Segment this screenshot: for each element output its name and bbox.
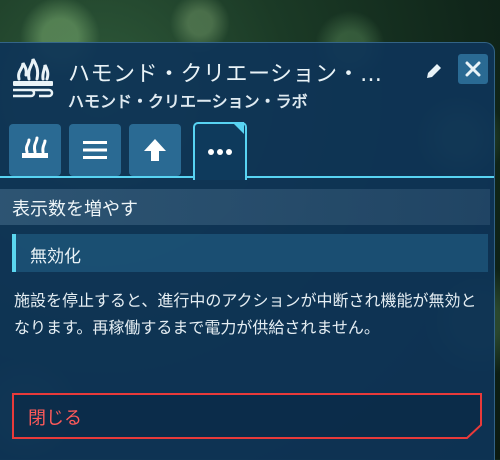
panel-subtitle: ハモンド・クリエーション・ラボ bbox=[68, 92, 308, 111]
tab-list[interactable] bbox=[69, 124, 121, 176]
tab-building[interactable] bbox=[9, 124, 61, 176]
show-more-header[interactable]: 表示数を増やす bbox=[0, 189, 490, 225]
tab-underline bbox=[245, 176, 494, 178]
arrow-up-icon bbox=[144, 139, 166, 161]
close-action-frame bbox=[12, 393, 482, 439]
tab-corner-notch bbox=[232, 122, 244, 134]
show-more-label: 表示数を増やす bbox=[12, 199, 138, 220]
more-dots-icon bbox=[208, 149, 232, 155]
panel-header: ハモンド・クリエーション・… ハモンド・クリエーション・ラボ bbox=[0, 43, 494, 118]
building-detail-panel: ハモンド・クリエーション・… ハモンド・クリエーション・ラボ 表示数を増やす 無… bbox=[0, 42, 495, 460]
building-icon bbox=[22, 136, 48, 158]
building-icon bbox=[13, 58, 54, 98]
disable-button[interactable]: 無効化 bbox=[12, 234, 488, 272]
close-action-label: 閉じる bbox=[28, 408, 82, 429]
close-button[interactable] bbox=[458, 54, 488, 84]
pencil-icon[interactable] bbox=[424, 61, 444, 81]
close-action-button[interactable]: 閉じる bbox=[12, 393, 482, 439]
close-icon bbox=[465, 61, 481, 77]
panel-title: ハモンド・クリエーション・… bbox=[68, 62, 383, 87]
tab-bar bbox=[0, 118, 494, 182]
list-icon bbox=[83, 141, 107, 159]
disable-label: 無効化 bbox=[30, 247, 81, 267]
tab-underline bbox=[0, 176, 193, 178]
disable-description: 施設を停止すると、進行中のアクションが中断され機能が無効となります。再稼働するま… bbox=[14, 291, 477, 337]
tab-upgrade[interactable] bbox=[129, 124, 181, 176]
